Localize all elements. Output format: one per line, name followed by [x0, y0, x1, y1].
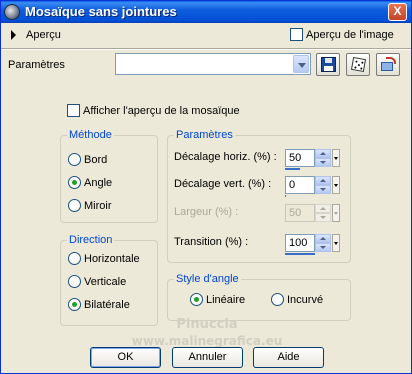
slider-popup-icon[interactable] [332, 149, 340, 167]
randomize-button[interactable] [346, 53, 370, 76]
spin-up-icon[interactable] [315, 176, 331, 185]
ok-button[interactable]: OK [90, 347, 161, 368]
transition-stepper[interactable]: 100 [285, 234, 340, 255]
methode-label-miroir[interactable]: Miroir [84, 200, 112, 212]
vert-offset-stepper[interactable]: 0 [285, 176, 340, 197]
spin-down-icon [315, 213, 331, 222]
direction-group-title: Direction [67, 234, 115, 246]
direction-label-horizontale[interactable]: Horizontale [84, 253, 140, 265]
spin-up-icon [315, 204, 331, 213]
presets-label: Paramètres [8, 59, 65, 71]
vert-offset-input[interactable]: 0 [285, 176, 315, 194]
style-angle-group-title: Style d'angle [174, 273, 241, 285]
save-preset-button[interactable] [316, 53, 340, 76]
transition-bar [285, 253, 315, 255]
title-bar[interactable]: Mosaïque sans jointures X [1, 1, 411, 23]
horiz-offset-bar [285, 168, 300, 170]
app-icon [4, 4, 20, 20]
preview-image-label[interactable]: Aperçu de l'image [306, 29, 394, 41]
slider-popup-icon[interactable] [332, 234, 340, 252]
spin-down-icon[interactable] [315, 243, 331, 252]
parametres-group-title: Paramètres [174, 129, 235, 141]
spin-down-icon[interactable] [315, 185, 331, 194]
width-label: Largeur (%) : [174, 206, 239, 218]
preview-toggle-label[interactable]: Aperçu [26, 29, 61, 41]
transition-input[interactable]: 100 [285, 234, 315, 252]
chevron-down-icon[interactable] [293, 55, 309, 73]
slider-popup-icon [332, 204, 340, 222]
transition-label: Transition (%) : [174, 236, 249, 248]
cancel-button[interactable]: Annuler [172, 347, 243, 368]
direction-label-bilaterale[interactable]: Bilatérale [84, 299, 130, 311]
dialog-window: Mosaïque sans jointures X Aperçu Aperçu … [0, 0, 412, 374]
vert-offset-label: Décalage vert. (%) : [174, 178, 272, 190]
preview-bar: Aperçu Aperçu de l'image [1, 23, 411, 49]
reset-button[interactable] [376, 53, 400, 76]
style-radio-incurve[interactable] [271, 293, 284, 306]
watermark-site: www.malinegrafica.eu [131, 334, 283, 348]
direction-label-verticale[interactable]: Verticale [84, 276, 126, 288]
spin-up-icon[interactable] [315, 234, 331, 243]
horiz-offset-input[interactable]: 50 [285, 149, 315, 167]
dice-icon [350, 56, 367, 73]
methode-radio-bord[interactable] [68, 153, 81, 166]
show-mosaic-checkbox[interactable] [67, 104, 80, 117]
methode-group-title: Méthode [67, 129, 114, 141]
methode-radio-miroir[interactable] [68, 199, 81, 212]
methode-label-bord[interactable]: Bord [84, 154, 107, 166]
show-mosaic-label[interactable]: Afficher l'aperçu de la mosaïque [83, 105, 240, 117]
spin-down-icon[interactable] [315, 158, 331, 167]
style-radio-lineaire[interactable] [190, 293, 203, 306]
horiz-offset-stepper[interactable]: 50 [285, 149, 340, 170]
presets-dropdown[interactable] [115, 53, 311, 75]
reset-icon [380, 57, 397, 72]
methode-label-angle[interactable]: Angle [84, 177, 112, 189]
slider-popup-icon[interactable] [332, 176, 340, 194]
preview-image-checkbox[interactable] [290, 28, 303, 41]
close-button[interactable]: X [388, 3, 407, 21]
direction-radio-bilaterale[interactable] [68, 298, 81, 311]
expand-arrow-icon[interactable] [11, 30, 16, 40]
style-label-lineaire[interactable]: Linéaire [206, 294, 245, 306]
help-button[interactable]: Aide [253, 347, 324, 368]
floppy-disk-icon [321, 57, 336, 72]
horiz-offset-label: Décalage horiz. (%) : [174, 151, 277, 163]
window-title: Mosaïque sans jointures [25, 4, 177, 19]
watermark-author: Pinuccia [176, 317, 238, 332]
direction-radio-verticale[interactable] [68, 275, 81, 288]
direction-radio-horizontale[interactable] [68, 252, 81, 265]
vert-offset-bar [285, 195, 286, 197]
width-stepper: 50 [285, 204, 340, 222]
methode-radio-angle[interactable] [68, 176, 81, 189]
style-label-incurve[interactable]: Incurvé [287, 294, 323, 306]
width-input: 50 [285, 204, 315, 222]
spin-up-icon[interactable] [315, 149, 331, 158]
